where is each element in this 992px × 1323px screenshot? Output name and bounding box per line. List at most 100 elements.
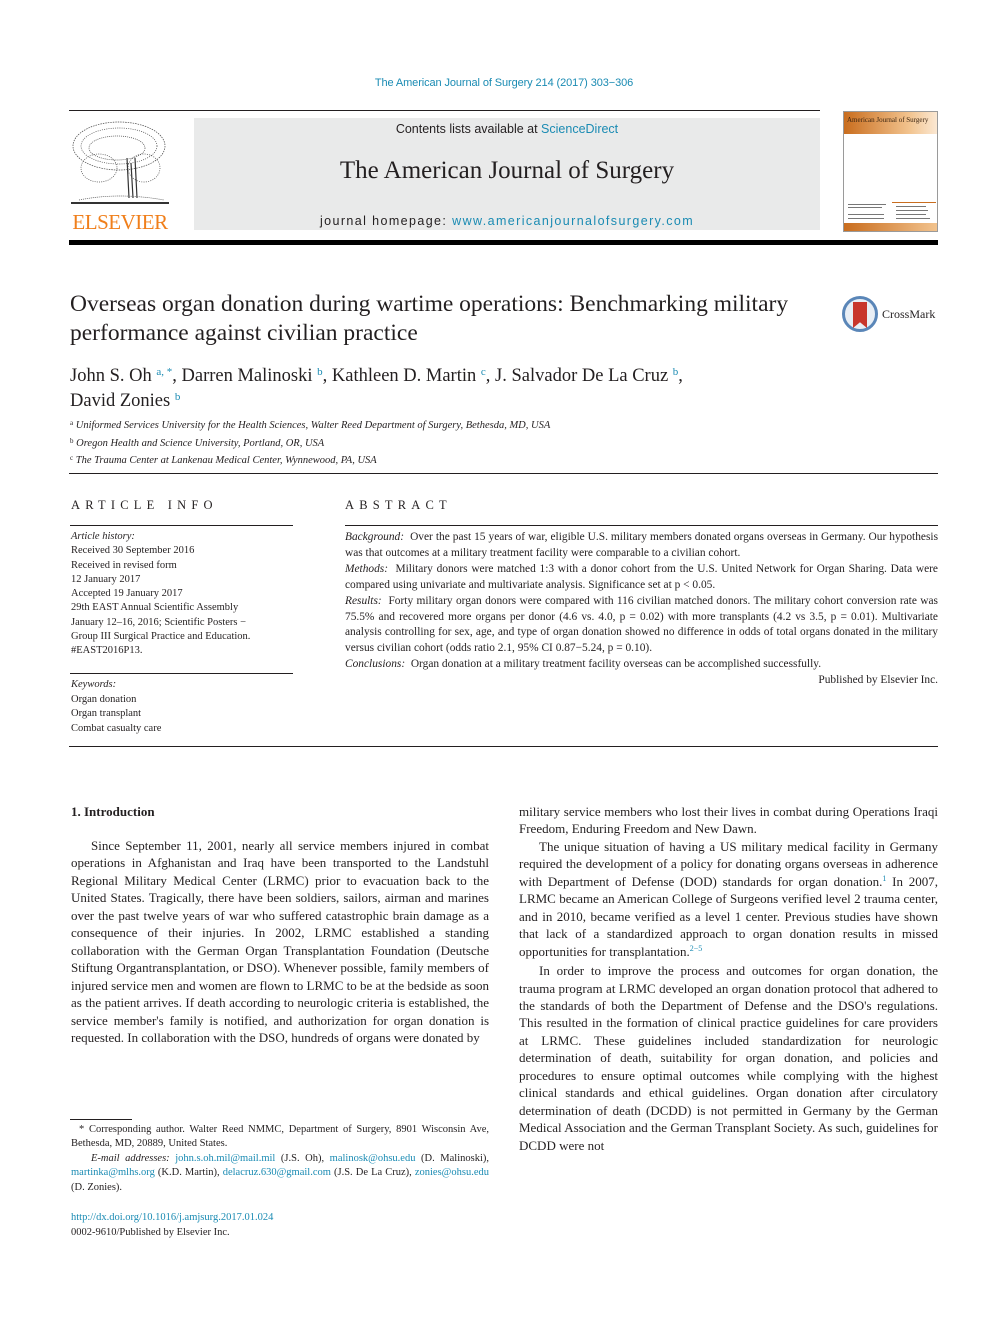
body-paragraph: military service members who lost their … — [519, 804, 938, 837]
elsevier-tree-icon — [71, 121, 169, 204]
abstract-body: Background: Over the past 15 years of wa… — [345, 530, 938, 689]
history-line: 12 January 2017 — [71, 573, 141, 585]
cover-line — [892, 202, 936, 203]
journal-banner: Contents lists available at ScienceDirec… — [194, 118, 820, 230]
header-thick-rule — [69, 240, 938, 245]
keyword: Organ donation — [71, 693, 137, 705]
article-title: Overseas organ donation during wartime o… — [70, 291, 789, 346]
history-line: Accepted 19 January 2017 — [71, 588, 183, 600]
author-affiliation-link[interactable]: b — [175, 391, 181, 403]
reference-link[interactable]: 2−5 — [690, 944, 703, 953]
doi-link[interactable]: http://dx.doi.org/10.1016/j.amjsurg.2017… — [71, 1212, 273, 1223]
abstract-methods: Methods: Military donors were matched 1:… — [345, 562, 938, 594]
email-link[interactable]: zonies@ohsu.edu — [415, 1167, 489, 1178]
affiliation-key: a — [70, 419, 74, 427]
cover-line — [896, 210, 928, 211]
cover-line — [848, 214, 884, 215]
affiliation-key: b — [70, 436, 74, 445]
author-name: John S. Oh — [70, 366, 152, 386]
section-rule — [70, 673, 293, 674]
abstract-results: Results: Forty military organ donors wer… — [345, 594, 938, 658]
journal-citation-link[interactable]: The American Journal of Surgery 214 (201… — [0, 77, 992, 89]
header-rule — [69, 110, 820, 111]
abstract-section-text: Over the past 15 years of war, eligible … — [345, 531, 938, 559]
corresponding-author-note: * Corresponding author. Walter Reed NMMC… — [71, 1124, 489, 1150]
email-link[interactable]: john.s.oh.mil@mail.mil — [175, 1153, 275, 1164]
keywords-label: Keywords: — [71, 679, 117, 690]
affiliation-item: b Oregon Health and Science University, … — [70, 434, 830, 452]
cover-line — [848, 204, 886, 205]
author-separator: , — [172, 366, 182, 386]
journal-cover-thumbnail[interactable]: American Journal of Surgery — [843, 111, 938, 232]
affiliation-item: c The Trauma Center at Lankenau Medical … — [70, 451, 830, 469]
cover-line — [848, 207, 882, 208]
journal-homepage-link[interactable]: www.americanjournalofsurgery.com — [452, 214, 694, 228]
email-owner: (J.S. Oh), — [275, 1152, 330, 1164]
abstract-section-label: Conclusions: — [345, 658, 406, 671]
email-label: E-mail addresses: — [91, 1152, 170, 1164]
section-rule — [345, 525, 938, 526]
email-owner: (D. Malinoski), — [415, 1152, 489, 1164]
affiliation-key: c — [70, 454, 74, 462]
email-link[interactable]: delacruz.630@gmail.com — [223, 1167, 331, 1178]
crossmark-icon — [842, 296, 878, 332]
published-by: Published by Elsevier Inc. — [818, 674, 938, 687]
abstract-section-label: Background: — [345, 531, 405, 543]
abstract-section-label: Methods: — [345, 562, 389, 575]
cover-title: American Journal of Surgery — [847, 116, 929, 124]
article-history: Article history: Received 30 September 2… — [71, 530, 296, 659]
abstract-background: Background: Over the past 15 years of wa… — [345, 530, 938, 562]
abstract-section-text: Organ donation at a military treatment f… — [410, 658, 822, 671]
cover-line — [896, 214, 926, 215]
affiliation-text: The Trauma Center at Lankenau Medical Ce… — [75, 455, 377, 466]
cover-footer-band — [844, 223, 937, 231]
email-link[interactable]: malinosk@ohsu.edu — [330, 1153, 416, 1164]
affiliation-list: a Uniformed Services University for the … — [70, 416, 830, 469]
body-left-column: Since September 11, 2001, nearly all ser… — [71, 837, 489, 1046]
article-info-heading: ARTICLE INFO — [71, 498, 218, 512]
affiliation-text: Oregon Health and Science University, Po… — [76, 437, 325, 449]
author-name: Darren Malinoski — [181, 366, 313, 386]
keyword: Organ transplant — [71, 708, 142, 719]
cover-line — [848, 218, 884, 219]
keyword: Combat casualty care — [71, 722, 162, 734]
email-addresses: E-mail addresses: john.s.oh.mil@mail.mil… — [71, 1152, 489, 1195]
issn-line: 0002-9610/Published by Elsevier Inc. — [71, 1227, 230, 1238]
section-rule — [69, 746, 938, 747]
sciencedirect-link[interactable]: ScienceDirect — [541, 122, 618, 136]
history-line: Group III Surgical Practice and Educatio… — [71, 631, 251, 643]
author-affiliation-link[interactable]: a, * — [156, 366, 172, 378]
homepage-line: journal homepage: www.americanjournalofs… — [194, 214, 820, 228]
abstract-section-text: Forty military organ donors were compare… — [345, 594, 938, 655]
homepage-prefix: journal homepage: — [319, 214, 453, 228]
author-list: John S. Oh a, *, Darren Malinoski b, Kat… — [70, 362, 830, 412]
body-paragraph: The unique situation of having a US mili… — [519, 838, 938, 960]
author-separator: , — [678, 366, 683, 386]
author-name: David Zonies — [70, 391, 171, 411]
crossmark-label: CrossMark — [882, 307, 936, 321]
email-owner: (J.S. De La Cruz), — [330, 1167, 415, 1179]
doi-block: http://dx.doi.org/10.1016/j.amjsurg.2017… — [71, 1210, 489, 1240]
affiliation-text: Uniformed Services University for the He… — [75, 420, 551, 431]
section-heading: 1. Introduction — [71, 804, 155, 819]
abstract-conclusions: Conclusions: Organ donation at a militar… — [345, 657, 938, 673]
history-line: January 12‒16, 2016; Scientific Posters … — [71, 616, 247, 628]
author-name: Kathleen D. Martin — [331, 366, 477, 386]
paragraph-text: The unique situation of having a US mili… — [519, 838, 938, 889]
email-link[interactable]: martinka@mlhs.org — [71, 1167, 155, 1178]
section-rule — [70, 525, 293, 526]
abstract-heading: ABSTRACT — [345, 498, 452, 512]
history-line: Received 30 September 2016 — [71, 545, 195, 557]
history-line: #EAST2016P13. — [71, 645, 143, 657]
body-paragraph: Since September 11, 2001, nearly all ser… — [71, 838, 489, 1045]
abstract-section-text: Military donors were matched 1:3 with a … — [345, 562, 938, 591]
cover-line — [896, 218, 930, 219]
crossmark-button[interactable]: CrossMark — [842, 296, 942, 336]
footnote-rule — [70, 1119, 132, 1120]
cover-line — [896, 206, 926, 207]
article-history-label: Article history: — [71, 531, 135, 542]
keywords: Keywords: Organ donation Organ transplan… — [71, 678, 296, 736]
contents-line: Contents lists available at ScienceDirec… — [194, 122, 820, 136]
affiliation-item: a Uniformed Services University for the … — [70, 416, 830, 434]
elsevier-logo[interactable]: ELSEVIER — [69, 118, 171, 234]
